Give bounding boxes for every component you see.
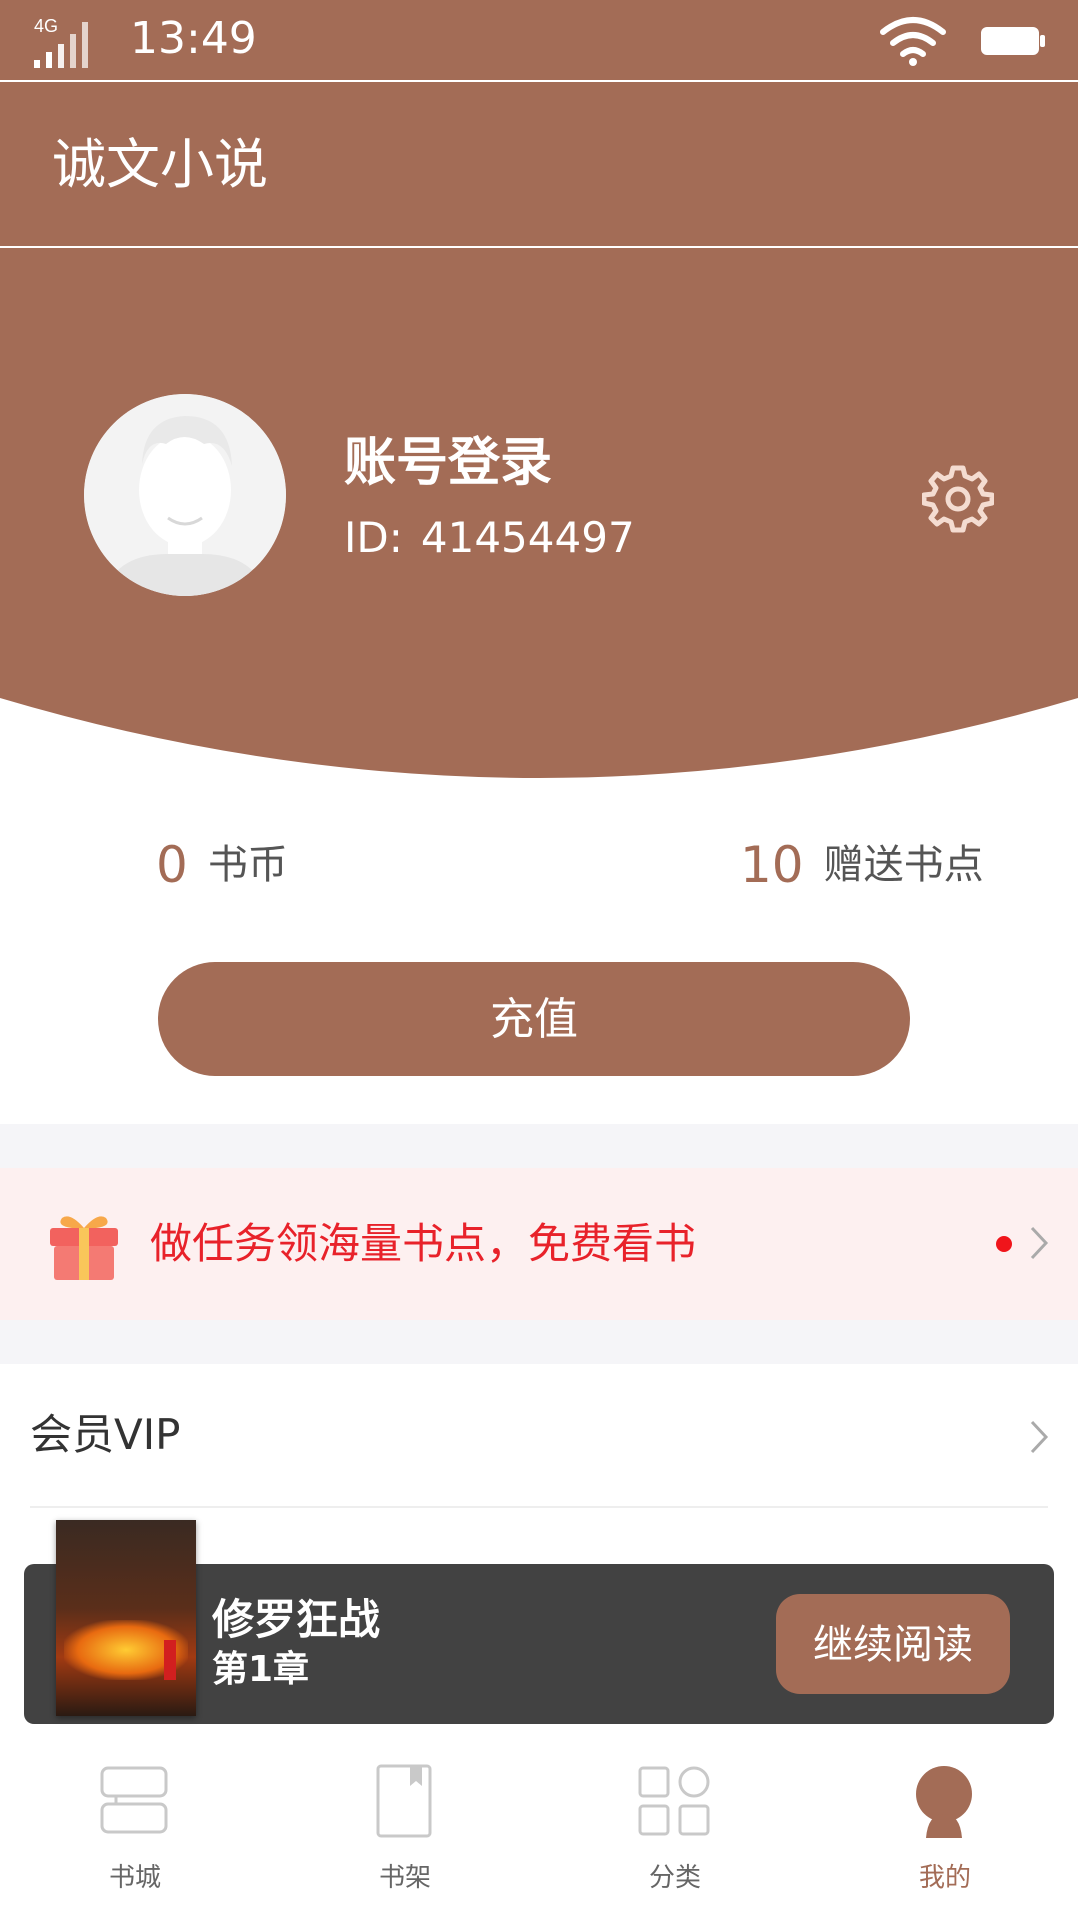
tab-label: 书城: [108, 1863, 161, 1893]
tab-category[interactable]: 分类: [540, 1738, 810, 1918]
tab-label: 书架: [378, 1863, 431, 1893]
points-value: 10: [740, 836, 804, 894]
user-id-value: 41454497: [420, 513, 635, 562]
signal-icon: 4G: [34, 16, 88, 68]
user-id: ID: 41454497: [344, 510, 635, 566]
profile-icon: [916, 1766, 972, 1838]
tab-label: 分类: [648, 1863, 701, 1893]
avatar[interactable]: [84, 394, 286, 596]
default-avatar-icon: [84, 394, 286, 596]
points-label: 赠送书点: [823, 842, 984, 888]
tab-bookshelf[interactable]: 书架: [270, 1738, 540, 1918]
gift-icon: [50, 1216, 118, 1280]
cover-stripe: [164, 1640, 176, 1680]
tab-profile[interactable]: 我的: [810, 1738, 1078, 1918]
coins-balance[interactable]: 0 书币: [156, 830, 288, 904]
section-gap: [0, 1124, 1078, 1168]
coins-value: 0: [156, 836, 188, 894]
task-banner[interactable]: 做任务领海量书点，免费看书: [0, 1168, 1078, 1320]
settings-gear-icon[interactable]: [922, 462, 994, 534]
menu-item-label: 会员VIP: [30, 1410, 181, 1459]
network-type: 4G: [34, 16, 58, 36]
tab-label: 我的: [918, 1863, 971, 1893]
app-title: 诚文小说: [52, 133, 268, 196]
section-gap: [0, 1320, 1078, 1364]
recharge-button[interactable]: 充值: [158, 962, 910, 1076]
category-icon: [638, 1766, 710, 1836]
battery-icon: [981, 27, 1045, 55]
book-title: 修罗狂战: [212, 1595, 381, 1644]
status-time: 13:49: [130, 13, 257, 64]
bookstore-icon: [100, 1766, 168, 1834]
coins-label: 书币: [207, 842, 288, 888]
menu-divider: [30, 1506, 1048, 1508]
tab-bookstore[interactable]: 书城: [0, 1738, 270, 1918]
book-cover[interactable]: [56, 1520, 196, 1716]
bottom-tab-bar: 书城 书架 分类 我的: [0, 1738, 1078, 1918]
status-bar: 4G 13:49: [0, 0, 1078, 80]
login-label[interactable]: 账号登录: [344, 428, 552, 498]
task-banner-text: 做任务领海量书点，免费看书: [150, 1219, 697, 1268]
continue-reading-button[interactable]: 继续阅读: [776, 1594, 1010, 1694]
chevron-right-icon: [1030, 1226, 1049, 1260]
user-id-label: ID:: [344, 513, 403, 562]
bookshelf-icon: [376, 1764, 432, 1838]
notification-dot: [996, 1236, 1012, 1252]
points-balance[interactable]: 10 赠送书点: [740, 830, 984, 904]
book-chapter: 第1章: [212, 1649, 310, 1690]
wifi-icon: [880, 17, 946, 66]
chevron-right-icon: [1030, 1420, 1049, 1454]
menu-item-vip[interactable]: 会员VIP: [0, 1366, 1078, 1506]
